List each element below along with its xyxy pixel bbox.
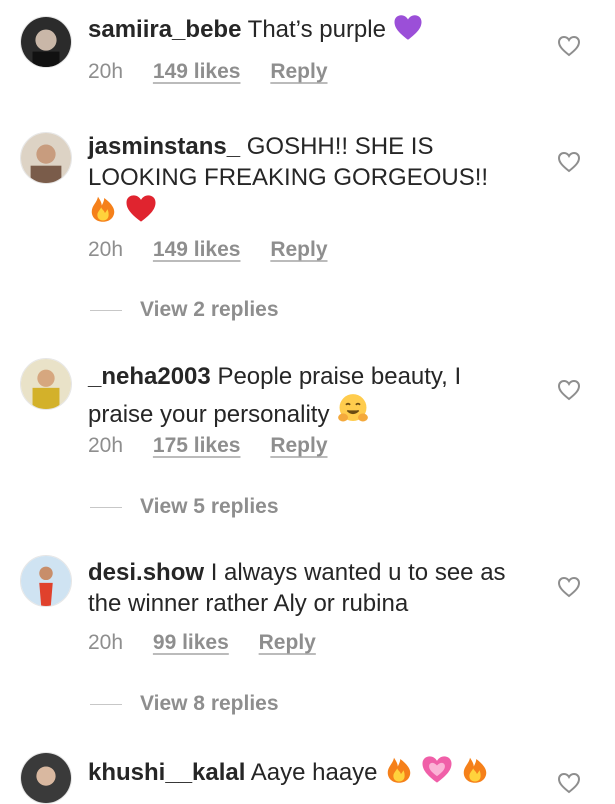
fire-icon <box>88 193 118 231</box>
comment-time: 20h <box>88 238 124 261</box>
view-replies-label: View 8 replies <box>140 692 279 715</box>
likes-count[interactable]: 99 likes <box>153 631 229 654</box>
comment-username[interactable]: jasminstans_ <box>88 133 240 160</box>
comment-username[interactable]: samiira_bebe <box>88 16 241 43</box>
comment-username[interactable]: desi.show <box>88 559 204 586</box>
reply-button[interactable]: Reply <box>270 434 327 457</box>
view-replies-button[interactable]: View 5 replies <box>90 495 279 519</box>
avatar[interactable] <box>20 132 72 184</box>
likes-count[interactable]: 149 likes <box>153 60 241 83</box>
likes-count[interactable]: 175 likes <box>153 434 241 457</box>
replies-divider <box>90 309 122 311</box>
comment-meta: 20h 175 likes Reply <box>88 434 352 458</box>
comment-body: khushi__kalal Aaye haaye <box>88 754 518 792</box>
comment-time: 20h <box>88 434 124 457</box>
hugging-face-icon <box>336 392 370 434</box>
comment-body: desi.show I always wanted u to see as th… <box>88 557 518 619</box>
avatar[interactable] <box>20 555 72 607</box>
sparkling-heart-icon <box>421 755 453 792</box>
view-replies-button[interactable]: View 8 replies <box>90 692 279 716</box>
view-replies-label: View 5 replies <box>140 495 279 518</box>
like-heart-icon[interactable] <box>557 35 581 57</box>
comment-body: samiira_bebe That’s purple <box>88 14 518 49</box>
red-heart-icon <box>125 194 157 231</box>
comment-meta: 20h 99 likes Reply <box>88 631 340 655</box>
comment-username[interactable]: _neha2003 <box>88 363 211 390</box>
view-replies-label: View 2 replies <box>140 298 279 321</box>
comment-body: _neha2003 People praise beauty, I praise… <box>88 361 518 434</box>
reply-button[interactable]: Reply <box>270 60 327 83</box>
fire-icon <box>460 754 490 792</box>
like-heart-icon[interactable] <box>557 379 581 401</box>
comment-time: 20h <box>88 631 124 654</box>
fire-icon <box>384 754 414 792</box>
avatar[interactable] <box>20 358 72 410</box>
comment-time: 20h <box>88 60 124 83</box>
like-heart-icon[interactable] <box>557 576 581 598</box>
likes-count[interactable]: 149 likes <box>153 238 241 261</box>
replies-divider <box>90 506 122 508</box>
like-heart-icon[interactable] <box>557 772 581 794</box>
replies-divider <box>90 703 122 705</box>
comment-username[interactable]: khushi__kalal <box>88 759 245 786</box>
comment-text: Aaye haaye <box>250 759 378 786</box>
comment-text: That’s purple <box>247 16 386 43</box>
purple-heart-icon <box>393 14 423 49</box>
comment-meta: 20h 149 likes Reply <box>88 238 352 262</box>
view-replies-button[interactable]: View 2 replies <box>90 298 279 322</box>
reply-button[interactable]: Reply <box>259 631 316 654</box>
comment-meta: 20h 149 likes Reply <box>88 60 352 84</box>
like-heart-icon[interactable] <box>557 151 581 173</box>
reply-button[interactable]: Reply <box>270 238 327 261</box>
avatar[interactable] <box>20 752 72 804</box>
avatar[interactable] <box>20 16 72 68</box>
comment-body: jasminstans_ GOSHH!! SHE IS LOOKING FREA… <box>88 131 518 231</box>
